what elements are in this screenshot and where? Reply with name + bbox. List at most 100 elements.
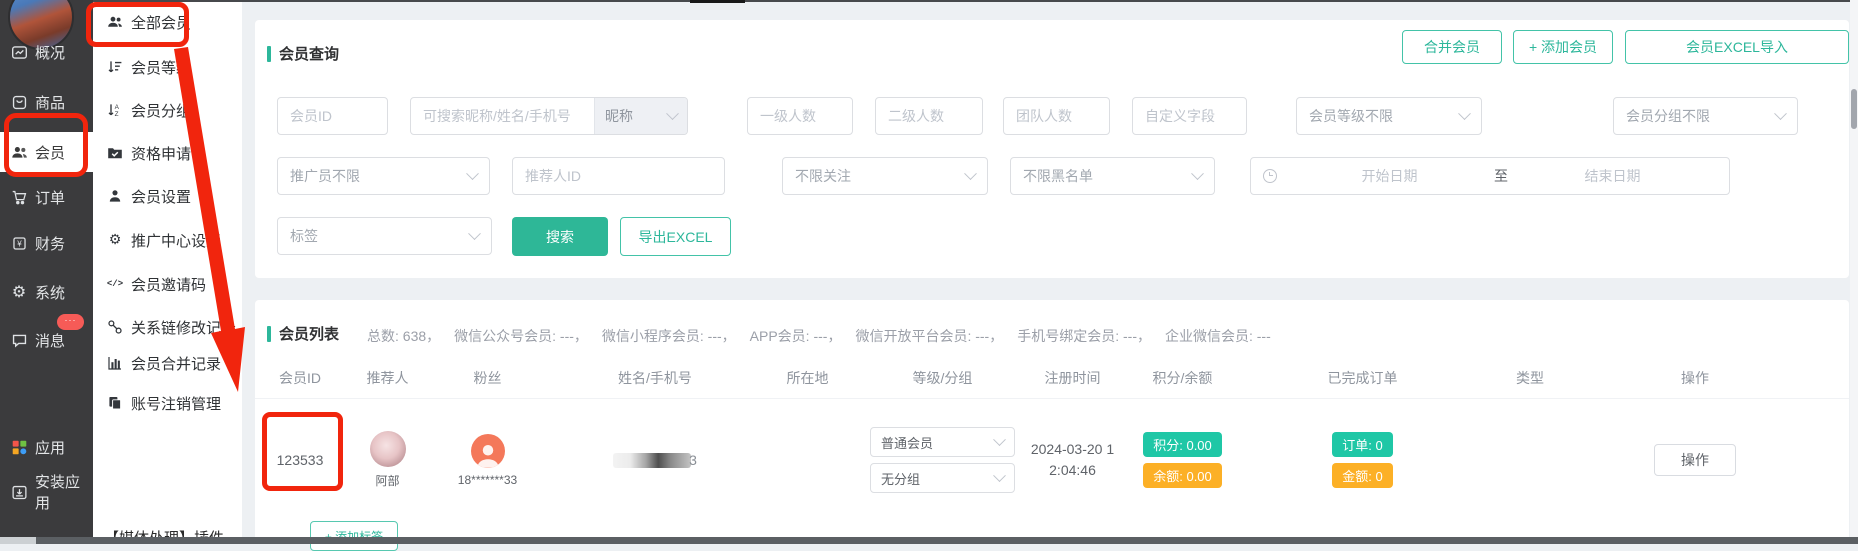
sidebar-item-member[interactable]: 会员 [0, 132, 93, 172]
member-submenu: 全部会员 会员等级 AZ 会员分组 资格申请 会员设置 ⚙ 推广中心设置 </>… [93, 0, 242, 544]
tag-select[interactable]: 标签 [277, 217, 492, 255]
submenu-item-label: 全部会员 [131, 12, 191, 33]
member-level-select[interactable]: 会员等级不限 [1296, 97, 1482, 135]
level2-count-input[interactable]: 二级人数 [875, 97, 983, 135]
sidebar-item-label: 商品 [35, 92, 65, 113]
col-action: 操作 [1590, 368, 1800, 388]
member-excel-import-button[interactable]: 会员EXCEL导入 [1625, 30, 1849, 64]
referrer-avatar[interactable] [370, 431, 406, 467]
member-id-cell: 123533 [255, 452, 345, 468]
sidebar-item-label: 系统 [35, 282, 65, 303]
submenu-item-member-group[interactable]: AZ 会员分组 [93, 93, 242, 127]
fans-phone: 18*******33 [458, 473, 517, 487]
orders-badge: 订单: 0 [1332, 432, 1392, 457]
gear-icon: ⚙ [10, 283, 28, 301]
submenu-item-all-members[interactable]: 全部会员 [93, 5, 242, 39]
sidebar-item-orders[interactable]: 订单 [0, 179, 93, 215]
submenu-item-label: 会员邀请码 [131, 274, 206, 295]
date-range-picker[interactable]: 开始日期 至 结束日期 [1250, 157, 1730, 195]
bottom-scrollbar[interactable] [0, 537, 1858, 544]
chevron-down-icon [1191, 167, 1204, 180]
referrer-id-input[interactable]: 推荐人ID [512, 157, 725, 195]
section-accent-bar [267, 326, 271, 342]
amount-badge: 金额: 0 [1332, 463, 1392, 488]
top-edge-strip [93, 0, 1858, 2]
team-count-input[interactable]: 团队人数 [1003, 97, 1110, 135]
row-level-select[interactable]: 普通会员 [870, 427, 1015, 457]
sidebar-item-label: 订单 [35, 187, 65, 208]
submenu-item-relation-log[interactable]: 关系链修改记录 [93, 310, 242, 344]
member-group-select[interactable]: 会员分组不限 [1613, 97, 1798, 135]
submenu-item-merge-log[interactable]: 会员合并记录 [93, 346, 242, 380]
submenu-item-member-level[interactable]: 会员等级 [93, 50, 242, 84]
search-combo: 可搜索昵称/姓名/手机号 昵称 [410, 97, 688, 135]
register-time-cell: 2024-03-20 12:04:46 [1035, 439, 1110, 481]
submenu-item-promotion-settings[interactable]: ⚙ 推广中心设置 [93, 223, 242, 257]
end-date-input[interactable]: 结束日期 [1508, 166, 1717, 186]
submenu-item-label: 会员分组 [131, 100, 191, 121]
blacklist-filter-select[interactable]: 不限黑名单 [1010, 157, 1215, 195]
custom-field-input[interactable]: 自定义字段 [1132, 97, 1247, 135]
sidebar-item-overview[interactable]: 概况 [0, 34, 93, 70]
chevron-down-icon [964, 167, 977, 180]
message-count-badge: ··· [57, 314, 84, 330]
add-tag-button[interactable]: + 添加标签 [310, 521, 398, 551]
sidebar-item-label: 财务 [35, 233, 65, 254]
folder-check-icon [107, 145, 123, 161]
vertical-scrollbar-track [1850, 0, 1858, 544]
add-member-button[interactable]: + 添加会员 [1513, 30, 1613, 64]
balance-badge: 余额: 0.00 [1143, 463, 1222, 488]
sidebar-item-label: 安装应用 [35, 471, 93, 513]
merge-member-button[interactable]: 合并会员 [1402, 30, 1502, 64]
col-points-balance: 积分/余额 [1110, 368, 1255, 388]
svg-text:Z: Z [115, 111, 119, 118]
completed-orders-cell: 订单: 0 金额: 0 [1255, 429, 1470, 491]
level1-count-input[interactable]: 一级人数 [747, 97, 853, 135]
export-excel-button[interactable]: 导出EXCEL [620, 217, 731, 256]
list-title: 会员列表 [279, 323, 339, 344]
submenu-item-member-settings[interactable]: 会员设置 [93, 179, 242, 213]
search-type-select[interactable]: 昵称 [594, 98, 687, 134]
member-id-input[interactable]: 会员ID [277, 97, 388, 135]
row-action-button[interactable]: 操作 [1654, 444, 1736, 476]
link-icon [107, 319, 123, 335]
sidebar-item-goods[interactable]: 商品 [0, 84, 93, 120]
table-row: 123533 阿部 18*******33 3 普通会员 无分组 [255, 400, 1849, 520]
top-edge-fragment [690, 0, 745, 3]
main-sidebar: 概况 商品 会员 订单 ¥ 财务 ⚙ 系统 消息 [0, 0, 93, 544]
sidebar-item-system[interactable]: ⚙ 系统 [0, 274, 93, 310]
follow-filter-select[interactable]: 不限关注 [782, 157, 988, 195]
promoter-select[interactable]: 推广员不限 [277, 157, 490, 195]
referrer-cell: 阿部 [345, 431, 430, 489]
col-type: 类型 [1470, 368, 1590, 388]
submenu-item-label: 资格申请 [131, 143, 191, 164]
col-location: 所在地 [765, 368, 850, 388]
list-section-header: 会员列表 [267, 323, 339, 344]
sidebar-item-label: 概况 [35, 42, 65, 63]
sidebar-item-install-apps[interactable]: 安装应用 [0, 474, 93, 510]
member-stats: 总数: 638， 微信公众号会员: ---， 微信小程序会员: ---， APP… [367, 326, 1285, 346]
masked-name: 3 [613, 452, 697, 468]
search-button[interactable]: 搜索 [512, 217, 608, 256]
vertical-scrollbar-thumb[interactable] [1851, 89, 1857, 129]
col-level-group: 等级/分组 [850, 368, 1035, 388]
action-cell: 操作 [1590, 444, 1800, 476]
submenu-item-account-cancel[interactable]: 账号注销管理 [93, 386, 242, 420]
sidebar-item-finance[interactable]: ¥ 财务 [0, 225, 93, 261]
search-input[interactable]: 可搜索昵称/姓名/手机号 [411, 106, 594, 126]
date-to-label: 至 [1494, 166, 1508, 186]
cart-icon [10, 188, 28, 206]
stat-open-platform: 微信开放平台会员: ---， [855, 326, 1003, 346]
row-group-select[interactable]: 无分组 [870, 463, 1015, 493]
submenu-item-qualification[interactable]: 资格申请 [93, 136, 242, 170]
sidebar-item-apps[interactable]: 应用 [0, 429, 93, 465]
table-header-row: 会员ID 推荐人 粉丝 姓名/手机号 所在地 等级/分组 注册时间 积分/余额 … [255, 358, 1849, 399]
fans-avatar[interactable] [471, 434, 505, 468]
level-group-cell: 普通会员 无分组 [850, 424, 1035, 496]
chevron-down-icon [1458, 107, 1471, 120]
submenu-item-invite-code[interactable]: </> 会员邀请码 [93, 267, 242, 301]
start-date-input[interactable]: 开始日期 [1285, 166, 1494, 186]
col-completed-orders: 已完成订单 [1255, 368, 1470, 388]
col-name-phone: 姓名/手机号 [545, 368, 765, 388]
chevron-down-icon [466, 167, 479, 180]
